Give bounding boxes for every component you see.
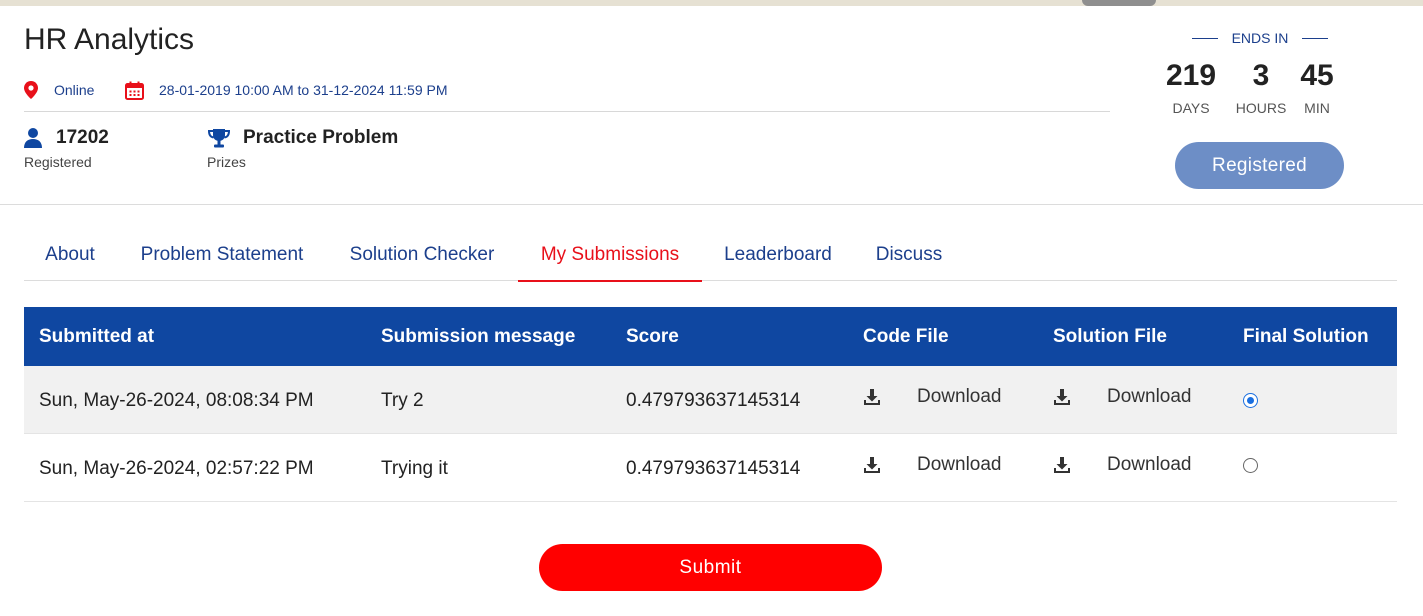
days-label: DAYS bbox=[1172, 100, 1210, 116]
tab-my-submissions[interactable]: My Submissions bbox=[518, 236, 702, 282]
table-row: Sun, May-26-2024, 08:08:34 PM Try 2 0.47… bbox=[24, 366, 1397, 434]
hours-value: 3 bbox=[1252, 59, 1270, 92]
user-icon bbox=[24, 128, 42, 148]
score-cell: 0.479793637145314 bbox=[626, 458, 801, 479]
code-file-download[interactable]: Download bbox=[863, 386, 1002, 408]
prize-value: Practice Problem bbox=[243, 127, 399, 148]
prizes-stat: Practice Problem Prizes bbox=[207, 126, 398, 170]
prizes-label: Prizes bbox=[207, 154, 246, 170]
download-label: Download bbox=[917, 454, 1002, 475]
date-range-info: 28-01-2019 10:00 AM to 31-12-2024 11:59 … bbox=[125, 79, 448, 101]
header-submission-message: Submission message bbox=[381, 326, 576, 347]
contest-tabs: About Problem Statement Solution Checker… bbox=[24, 236, 1397, 282]
registered-label: Registered bbox=[24, 154, 92, 170]
solution-file-download[interactable]: Download bbox=[1053, 386, 1192, 408]
ends-in-heading: ENDS IN bbox=[1185, 30, 1335, 46]
hours-label: HOURS bbox=[1235, 100, 1287, 116]
days-value: 219 bbox=[1165, 59, 1217, 92]
download-label: Download bbox=[917, 386, 1002, 407]
location-info: Online bbox=[24, 79, 94, 101]
header-code-file: Code File bbox=[863, 326, 949, 347]
countdown-days: 219 DAYS bbox=[1161, 58, 1221, 116]
map-pin-icon bbox=[24, 81, 38, 99]
ends-in-label: ENDS IN bbox=[1231, 30, 1289, 46]
location-text: Online bbox=[54, 82, 95, 98]
message-cell: Trying it bbox=[381, 458, 448, 479]
download-label: Download bbox=[1107, 454, 1192, 475]
final-solution-radio[interactable] bbox=[1243, 458, 1258, 473]
submitted-at-cell: Sun, May-26-2024, 02:57:22 PM bbox=[39, 458, 314, 479]
download-icon bbox=[1054, 457, 1070, 473]
final-solution-radio[interactable] bbox=[1243, 393, 1258, 408]
table-row: Sun, May-26-2024, 02:57:22 PM Trying it … bbox=[24, 434, 1397, 502]
submit-button[interactable]: Submit bbox=[539, 544, 882, 591]
date-range-text: 28-01-2019 10:00 AM to 31-12-2024 11:59 … bbox=[159, 82, 448, 98]
download-icon bbox=[864, 457, 880, 473]
download-icon bbox=[864, 389, 880, 405]
submissions-table: Submitted at Submission message Score Co… bbox=[24, 307, 1397, 502]
download-icon bbox=[1054, 389, 1070, 405]
contest-header: HR Analytics Online 28-01-2019 10:00 AM … bbox=[0, 6, 1423, 205]
message-cell: Try 2 bbox=[381, 390, 424, 411]
header-submitted-at: Submitted at bbox=[39, 326, 155, 347]
tab-problem-statement[interactable]: Problem Statement bbox=[116, 236, 328, 281]
minutes-label: MIN bbox=[1304, 100, 1330, 116]
header-solution-file: Solution File bbox=[1053, 326, 1167, 347]
registered-button[interactable]: Registered bbox=[1175, 142, 1344, 189]
submitted-at-cell: Sun, May-26-2024, 08:08:34 PM bbox=[39, 390, 314, 411]
code-file-download[interactable]: Download bbox=[863, 454, 1002, 476]
score-cell: 0.479793637145314 bbox=[626, 390, 801, 411]
registered-count: 17202 bbox=[56, 127, 109, 148]
ends-in-line-left bbox=[1191, 37, 1218, 39]
download-label: Download bbox=[1107, 386, 1192, 407]
countdown-minutes: 45 MIN bbox=[1287, 58, 1347, 116]
trophy-icon bbox=[207, 129, 231, 148]
tab-solution-checker[interactable]: Solution Checker bbox=[328, 236, 516, 281]
tab-leaderboard[interactable]: Leaderboard bbox=[702, 236, 854, 281]
minutes-value: 45 bbox=[1300, 59, 1334, 92]
tab-about[interactable]: About bbox=[24, 236, 116, 281]
calendar-icon bbox=[125, 81, 144, 100]
countdown-hours: 3 HOURS bbox=[1231, 58, 1291, 116]
table-header: Submitted at Submission message Score Co… bbox=[24, 307, 1397, 366]
header-score: Score bbox=[626, 326, 679, 347]
header-divider bbox=[24, 111, 1110, 112]
registered-stat: 17202 Registered bbox=[24, 126, 109, 170]
header-final-solution: Final Solution bbox=[1243, 326, 1369, 347]
solution-file-download[interactable]: Download bbox=[1053, 454, 1192, 476]
page-title: HR Analytics bbox=[24, 23, 195, 56]
ends-in-line-right bbox=[1302, 37, 1329, 39]
tab-discuss[interactable]: Discuss bbox=[854, 236, 964, 281]
